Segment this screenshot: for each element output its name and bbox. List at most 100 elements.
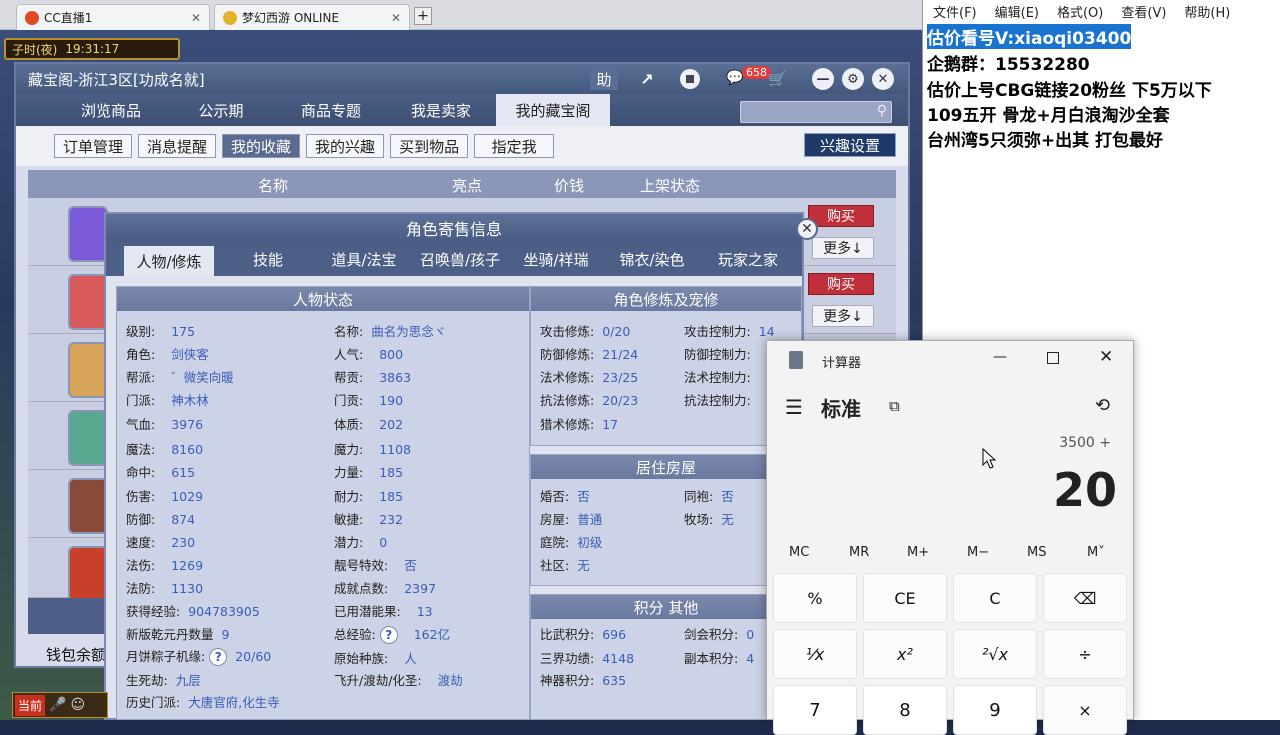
stat-ascension: 飞升/渡劫/化圣: 渡劫 [334, 670, 463, 689]
square-button[interactable]: x² [863, 629, 947, 679]
memory-list-button[interactable]: M˅ [1087, 545, 1105, 560]
help-icon[interactable]: ? [209, 648, 228, 666]
avatar[interactable] [68, 274, 108, 330]
close-tab-icon[interactable]: ✕ [191, 11, 201, 25]
tab-outfits[interactable]: 锦衣/染色 [604, 242, 700, 276]
notepad-line[interactable]: 台州湾5只须弥+出其 打包最好 [927, 126, 1163, 151]
notepad-line[interactable]: 109五开 骨龙+月白浪淘沙全套 [927, 101, 1170, 126]
backspace-button[interactable]: ⌫ [1043, 573, 1127, 623]
tab-mounts[interactable]: 坐骑/祥瑞 [508, 242, 604, 276]
avatar[interactable] [68, 546, 108, 602]
stat-magic-damage: 法伤: 1269 [126, 555, 203, 574]
browser-tab-cc[interactable]: CC直播1 ✕ [16, 4, 210, 30]
stat-strength: 力量: 185 [334, 462, 403, 481]
browser-tab-bar: CC直播1 ✕ 梦幻西游 ONLINE ✕ + [0, 0, 922, 30]
new-tab-button[interactable]: + [414, 7, 432, 25]
menu-file[interactable]: 文件(F) [933, 2, 977, 21]
microphone-icon[interactable]: 🎤 [49, 697, 66, 713]
stat-value: 17 [602, 417, 619, 432]
close-icon[interactable]: ✕ [796, 218, 818, 240]
clear-entry-button[interactable]: CE [863, 573, 947, 623]
menu-edit[interactable]: 编辑(E) [995, 2, 1039, 21]
tab-items[interactable]: 道具/法宝 [316, 242, 412, 276]
stat-endurance: 耐力: 185 [334, 486, 403, 505]
tab-topics[interactable]: 商品专题 [276, 94, 386, 126]
search-icon[interactable]: ⚲ [877, 103, 887, 119]
tab-player-home[interactable]: 玩家之家 [700, 242, 796, 276]
close-icon[interactable]: ✕ [872, 68, 894, 90]
tab-browse[interactable]: 浏览商品 [56, 94, 166, 126]
close-icon[interactable]: ✕ [1099, 347, 1113, 367]
clear-button[interactable]: C [953, 573, 1037, 623]
buy-button[interactable]: 购买 [808, 205, 874, 227]
gear-icon[interactable]: ⚙ [842, 68, 864, 90]
stat-key: 角色: [126, 347, 156, 362]
menu-view[interactable]: 查看(V) [1121, 2, 1166, 21]
browser-tab-mhxy[interactable]: 梦幻西游 ONLINE ✕ [214, 4, 410, 30]
tab-my-pavilion[interactable]: 我的藏宝阁 [496, 94, 610, 126]
stat-value: 21/24 [602, 347, 639, 362]
notepad-line[interactable]: 估价看号V:xiaoqi03400 [927, 24, 1132, 49]
stat-experience: 获得经验: 904783905 [126, 601, 260, 620]
reciprocal-button[interactable]: ¹⁄x [773, 629, 857, 679]
help-icon[interactable]: ? [379, 626, 398, 644]
memory-add-button[interactable]: M+ [907, 545, 929, 560]
stat-value: 615 [171, 465, 196, 480]
multiply-button[interactable]: × [1043, 685, 1127, 735]
memory-clear-button[interactable]: MC [789, 545, 809, 560]
order-management-button[interactable]: 订单管理 [54, 134, 133, 158]
cart-icon[interactable]: 🛒 [768, 70, 790, 88]
maximize-icon[interactable] [1047, 352, 1059, 364]
emoji-icon[interactable]: ☺ [70, 697, 85, 713]
avatar[interactable] [68, 206, 108, 262]
interest-settings-button[interactable]: 兴趣设置 [804, 133, 896, 157]
more-button[interactable]: 更多↓ [812, 305, 874, 327]
avatar[interactable] [68, 410, 108, 466]
memory-recall-button[interactable]: MR [849, 545, 869, 560]
notepad-line[interactable]: 企鹅群：15532280 [927, 50, 1090, 75]
tab-character-cultivation[interactable]: 人物/修炼 [124, 246, 214, 276]
divide-button[interactable]: ÷ [1043, 629, 1127, 679]
help-button[interactable]: 助 [590, 68, 618, 90]
tab-seller[interactable]: 我是卖家 [386, 94, 496, 126]
stat-value: 20/23 [602, 393, 639, 408]
menu-format[interactable]: 格式(O) [1057, 2, 1103, 21]
square-root-button[interactable]: ²√x [953, 629, 1037, 679]
notepad-line[interactable]: 估价上号CBG链接20粉丝 下5万以下 [927, 76, 1212, 101]
my-interests-button[interactable]: 我的兴趣 [306, 134, 385, 158]
stat-key: 法防: [126, 581, 156, 596]
minimize-icon[interactable]: — [993, 349, 1007, 365]
current-channel-button[interactable]: 当前 [15, 694, 46, 716]
purchased-items-button[interactable]: 买到物品 [390, 134, 469, 158]
stat-key: 历史门派: [126, 695, 181, 710]
keep-on-top-icon[interactable]: ⧉ [889, 397, 900, 415]
stat-value: 曲名为思念ヾ [371, 324, 447, 339]
my-favorites-button[interactable]: 我的收藏 [222, 134, 301, 158]
stat-damage: 伤害: 1029 [126, 486, 203, 505]
more-button[interactable]: 更多↓ [812, 237, 874, 259]
memory-store-button[interactable]: MS [1027, 545, 1046, 560]
minimize-icon[interactable]: — [812, 68, 834, 90]
close-tab-icon[interactable]: ✕ [391, 11, 401, 25]
history-icon[interactable]: ⟲ [1095, 395, 1110, 416]
avatar[interactable] [68, 342, 108, 398]
tab-skills[interactable]: 技能 [220, 242, 316, 276]
digit-7-button[interactable]: 7 [773, 685, 857, 735]
digit-8-button[interactable]: 8 [863, 685, 947, 735]
memory-subtract-button[interactable]: M− [967, 545, 989, 560]
buy-button[interactable]: 购买 [808, 273, 874, 295]
game-clock: 19:31:17 [65, 42, 120, 56]
hamburger-menu-icon[interactable]: ☰ [785, 395, 803, 419]
tab-public-notice[interactable]: 公示期 [166, 94, 276, 126]
menu-help[interactable]: 帮助(H) [1184, 2, 1230, 21]
share-icon[interactable]: ↗ [638, 70, 656, 89]
assigned-to-me-button[interactable]: 指定我 [474, 134, 555, 158]
percent-button[interactable]: % [773, 573, 857, 623]
stop-icon[interactable] [680, 69, 700, 89]
avatar[interactable] [68, 478, 108, 534]
stat-value: 696 [602, 627, 627, 642]
message-reminder-button[interactable]: 消息提醒 [138, 134, 217, 158]
digit-9-button[interactable]: 9 [953, 685, 1037, 735]
tab-pets[interactable]: 召唤兽/孩子 [412, 242, 508, 276]
search-input[interactable]: ⚲ [740, 101, 892, 123]
